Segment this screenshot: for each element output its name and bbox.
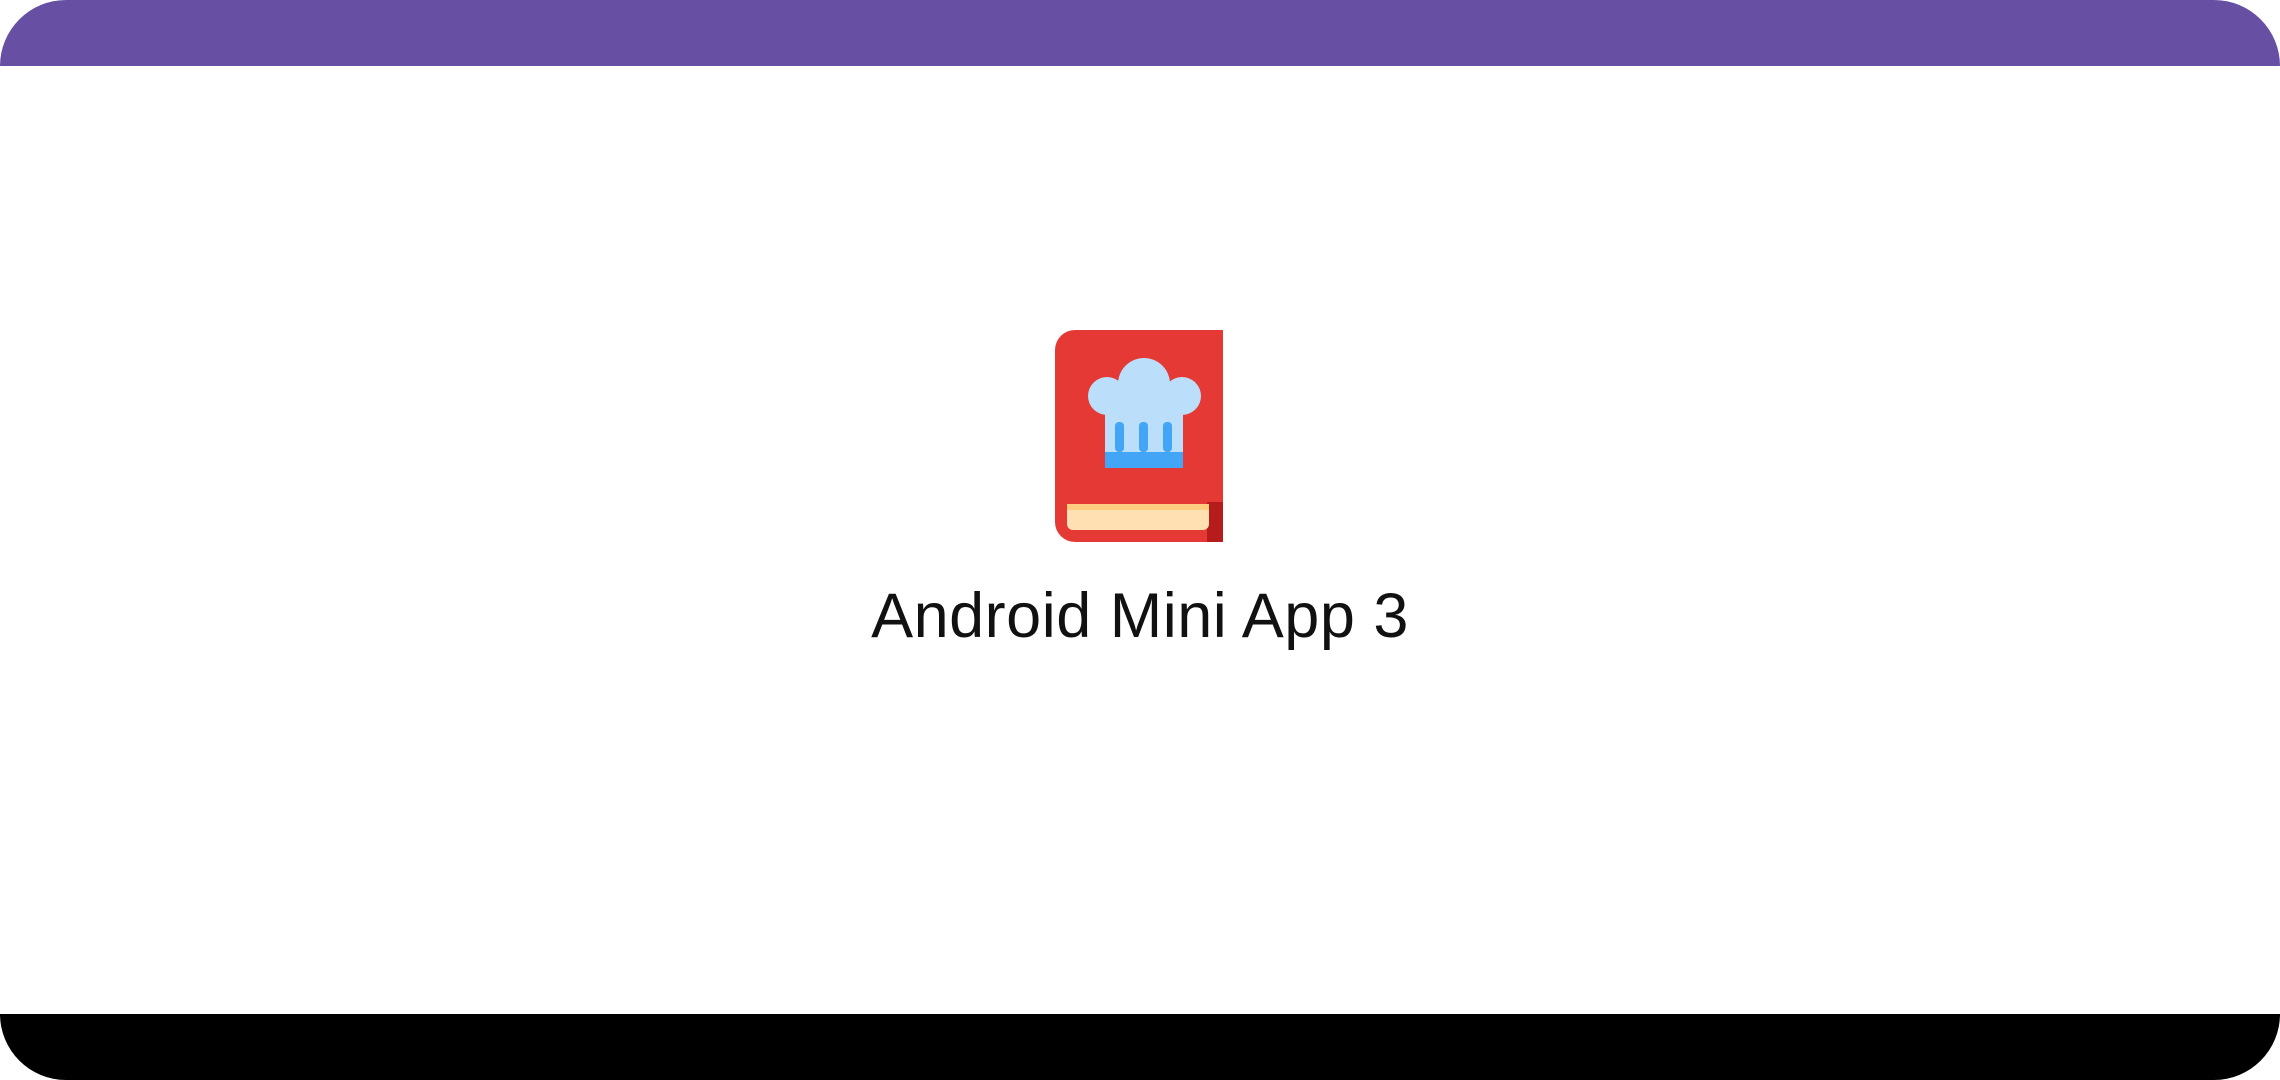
chef-hat-cookbook-icon <box>1055 330 1223 542</box>
splash-screen: Android Mini App 3 <box>0 0 2280 1080</box>
app-title: Android Mini App 3 <box>871 581 1409 651</box>
navigation-bar <box>0 1014 2280 1080</box>
device-screen: Android Mini App 3 <box>0 0 2280 1080</box>
status-bar <box>0 0 2280 66</box>
